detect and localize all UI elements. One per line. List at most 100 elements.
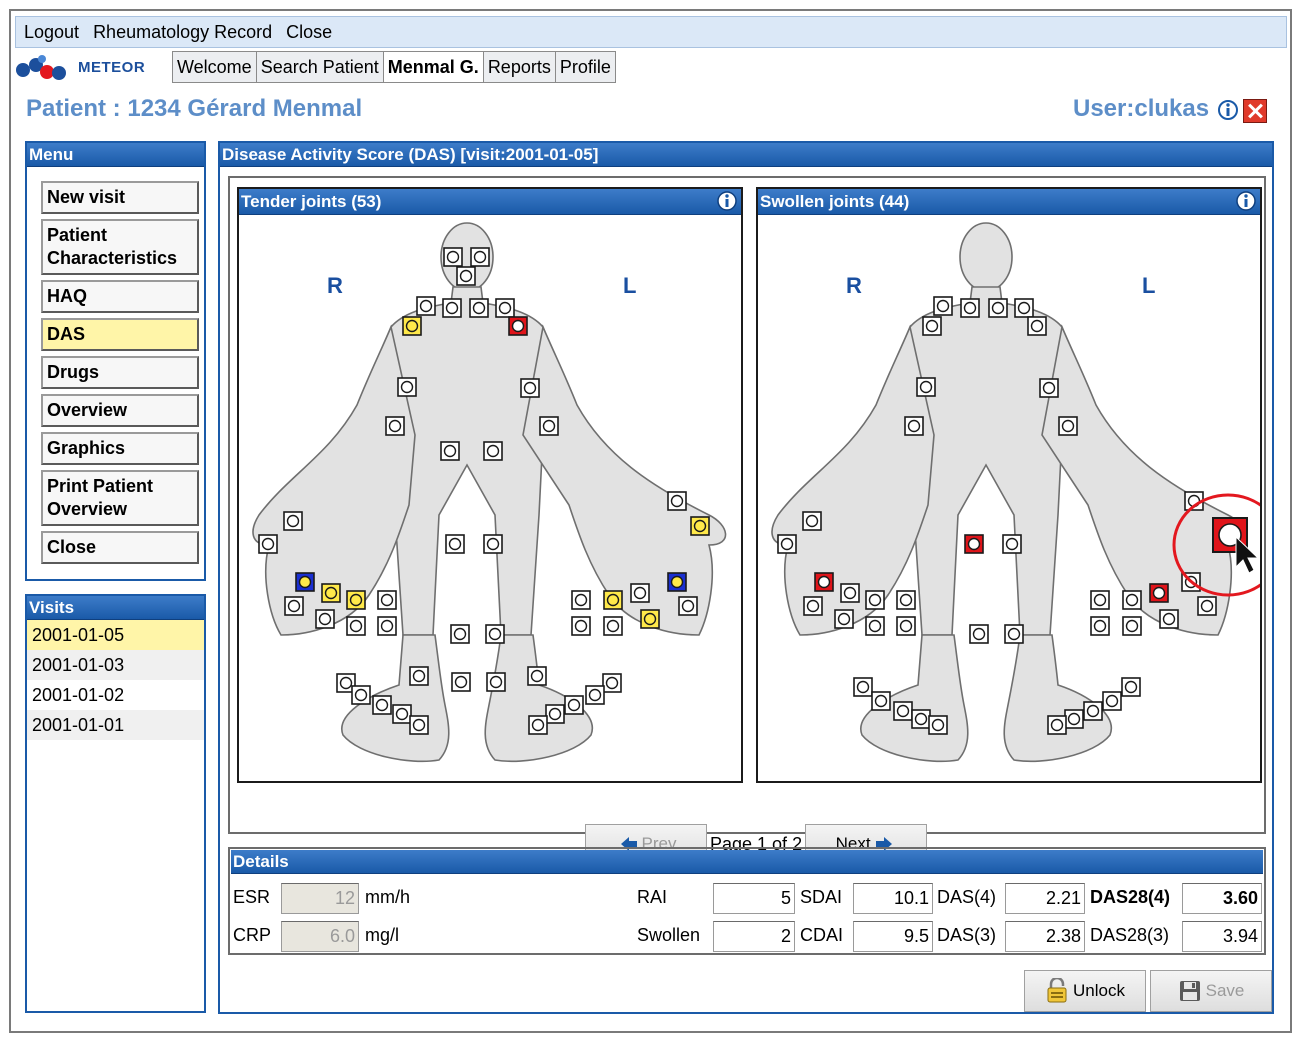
joint-checkbox[interactable] bbox=[865, 590, 885, 610]
info-icon[interactable] bbox=[717, 191, 737, 211]
joint-checkbox[interactable] bbox=[351, 685, 371, 705]
menu-overview-button[interactable]: Overview bbox=[41, 394, 199, 427]
joint-checkbox[interactable] bbox=[469, 298, 489, 318]
joint-checkbox[interactable] bbox=[443, 247, 463, 267]
menu-new-visit-button[interactable]: New visit bbox=[41, 181, 199, 214]
joint-checkbox[interactable] bbox=[969, 624, 989, 644]
joint-checkbox[interactable] bbox=[1102, 691, 1122, 711]
joint-checkbox[interactable] bbox=[871, 691, 891, 711]
joint-checkbox[interactable] bbox=[539, 416, 559, 436]
joint-checkbox[interactable] bbox=[834, 609, 854, 629]
joint-checkbox[interactable] bbox=[508, 316, 528, 336]
joint-checkbox[interactable] bbox=[933, 296, 953, 316]
tab-search-patient[interactable]: Search Patient bbox=[255, 51, 384, 83]
joint-checkbox[interactable] bbox=[346, 590, 366, 610]
joint-checkbox[interactable] bbox=[564, 695, 584, 715]
joint-checkbox[interactable] bbox=[385, 416, 405, 436]
joint-checkbox[interactable] bbox=[922, 316, 942, 336]
joint-checkbox[interactable] bbox=[814, 572, 834, 592]
menu-haq-button[interactable]: HAQ bbox=[41, 280, 199, 313]
joint-checkbox[interactable] bbox=[1002, 534, 1022, 554]
tab-welcome[interactable]: Welcome bbox=[172, 51, 257, 83]
joint-checkbox[interactable] bbox=[1083, 701, 1103, 721]
tab-reports[interactable]: Reports bbox=[482, 51, 556, 83]
joint-checkbox[interactable] bbox=[571, 616, 591, 636]
joint-checkbox[interactable] bbox=[409, 715, 429, 735]
joint-checkbox[interactable] bbox=[964, 534, 984, 554]
menu-patient-characteristics-button[interactable]: Patient Characteristics bbox=[41, 219, 199, 275]
joint-checkbox[interactable] bbox=[904, 416, 924, 436]
joint-checkbox[interactable] bbox=[445, 534, 465, 554]
joint-checkbox[interactable] bbox=[1090, 616, 1110, 636]
joint-checkbox[interactable] bbox=[1004, 624, 1024, 644]
close-icon[interactable] bbox=[1243, 99, 1267, 123]
joint-checkbox[interactable] bbox=[667, 572, 687, 592]
joint-checkbox[interactable] bbox=[283, 511, 303, 531]
joint-checkbox[interactable] bbox=[397, 377, 417, 397]
joint-checkbox[interactable] bbox=[585, 685, 605, 705]
joint-checkbox[interactable] bbox=[315, 609, 335, 629]
joint-checkbox[interactable] bbox=[402, 316, 422, 336]
info-icon[interactable] bbox=[1218, 100, 1238, 120]
close-link[interactable]: Close bbox=[286, 22, 332, 43]
joint-checkbox[interactable] bbox=[690, 516, 710, 536]
joint-checkbox[interactable] bbox=[1027, 316, 1047, 336]
joint-checkbox[interactable] bbox=[1039, 378, 1059, 398]
joint-checkbox[interactable] bbox=[483, 534, 503, 554]
joint-checkbox[interactable] bbox=[928, 715, 948, 735]
joint-checkbox[interactable] bbox=[571, 590, 591, 610]
unlock-button[interactable]: Unlock bbox=[1024, 970, 1146, 1012]
joint-checkbox[interactable] bbox=[392, 704, 412, 724]
joint-checkbox[interactable] bbox=[450, 624, 470, 644]
joint-checkbox[interactable] bbox=[911, 709, 931, 729]
joint-checkbox[interactable] bbox=[602, 673, 622, 693]
joint-checkbox[interactable] bbox=[840, 583, 860, 603]
joint-checkbox[interactable] bbox=[803, 596, 823, 616]
joint-checkbox[interactable] bbox=[321, 583, 341, 603]
joint-checkbox[interactable] bbox=[1122, 616, 1142, 636]
joint-checkbox[interactable] bbox=[1047, 715, 1067, 735]
joint-checkbox[interactable] bbox=[1149, 583, 1169, 603]
joint-checkbox[interactable] bbox=[777, 534, 797, 554]
joint-checkbox[interactable] bbox=[1090, 590, 1110, 610]
joint-checkbox[interactable] bbox=[640, 609, 660, 629]
joint-checkbox[interactable] bbox=[916, 377, 936, 397]
joint-checkbox[interactable] bbox=[865, 616, 885, 636]
rheumatology-record-link[interactable]: Rheumatology Record bbox=[93, 22, 272, 43]
joint-checkbox[interactable] bbox=[284, 596, 304, 616]
joint-checkbox[interactable] bbox=[1159, 609, 1179, 629]
menu-graphics-button[interactable]: Graphics bbox=[41, 432, 199, 465]
menu-das-button[interactable]: DAS bbox=[41, 318, 199, 351]
joint-checkbox[interactable] bbox=[416, 296, 436, 316]
joint-checkbox[interactable] bbox=[1197, 596, 1217, 616]
joint-checkbox[interactable] bbox=[630, 583, 650, 603]
joint-checkbox[interactable] bbox=[520, 378, 540, 398]
joint-checkbox[interactable] bbox=[528, 715, 548, 735]
save-button[interactable]: Save bbox=[1150, 970, 1272, 1012]
joint-checkbox[interactable] bbox=[1014, 298, 1034, 318]
joint-checkbox[interactable] bbox=[896, 590, 916, 610]
joint-checkbox[interactable] bbox=[667, 491, 687, 511]
visit-row[interactable]: 2001-01-02 bbox=[27, 680, 204, 710]
visit-row[interactable]: 2001-01-01 bbox=[27, 710, 204, 740]
joint-checkbox[interactable] bbox=[470, 247, 490, 267]
visit-row[interactable]: 2001-01-05 bbox=[27, 620, 204, 650]
menu-close-button[interactable]: Close bbox=[41, 531, 199, 564]
joint-checkbox[interactable] bbox=[893, 701, 913, 721]
joint-checkbox[interactable] bbox=[527, 666, 547, 686]
joint-checkbox[interactable] bbox=[495, 298, 515, 318]
menu-drugs-button[interactable]: Drugs bbox=[41, 356, 199, 389]
joint-checkbox[interactable] bbox=[295, 572, 315, 592]
joint-checkbox[interactable] bbox=[377, 590, 397, 610]
visit-row[interactable]: 2001-01-03 bbox=[27, 650, 204, 680]
joint-checkbox[interactable] bbox=[451, 672, 471, 692]
joint-checkbox[interactable] bbox=[545, 704, 565, 724]
joint-checkbox[interactable] bbox=[483, 441, 503, 461]
joint-checkbox[interactable] bbox=[258, 534, 278, 554]
joint-checkbox[interactable] bbox=[1058, 416, 1078, 436]
joint-checkbox[interactable] bbox=[377, 616, 397, 636]
joint-checkbox[interactable] bbox=[442, 298, 462, 318]
joint-checkbox[interactable] bbox=[346, 616, 366, 636]
joint-checkbox[interactable] bbox=[603, 616, 623, 636]
joint-checkbox[interactable] bbox=[1121, 677, 1141, 697]
